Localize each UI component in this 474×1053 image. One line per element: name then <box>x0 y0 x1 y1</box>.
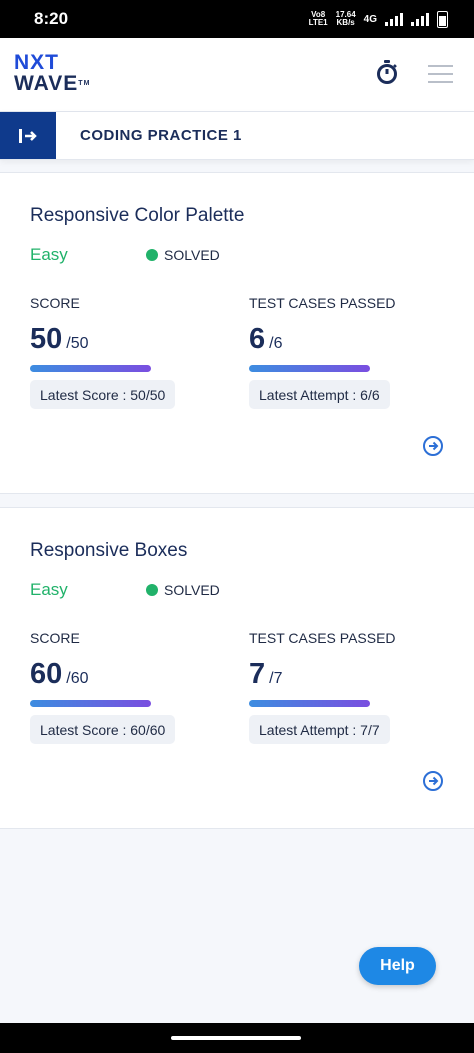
tests-number: 7 <box>249 658 266 690</box>
score-total: /60 <box>66 670 89 687</box>
tests-value: 7 /7 <box>249 658 282 691</box>
latest-score-chip: Latest Score : 60/60 <box>30 715 176 744</box>
network-type: 4G <box>363 13 377 25</box>
tests-progress-bar <box>249 365 370 372</box>
problem-title[interactable]: Responsive Color Palette <box>30 205 244 227</box>
logo-line1: NXT <box>14 51 59 74</box>
tests-value: 6 /6 <box>249 323 282 356</box>
score-total: /50 <box>66 335 89 352</box>
problem-card: Responsive Color Palette Easy SOLVED SCO… <box>0 172 474 494</box>
status-indicators: Vo8 LTE1 17.64 KB/s 4G <box>308 10 448 28</box>
open-problem-arrow-icon[interactable] <box>423 771 443 791</box>
score-number: 60 <box>30 658 63 690</box>
tests-total: /6 <box>269 335 283 352</box>
help-button[interactable]: Help <box>359 947 436 985</box>
problem-card: Responsive Boxes Easy SOLVED SCORE TEST … <box>0 507 474 829</box>
latest-attempt-chip: Latest Attempt : 6/6 <box>249 380 390 409</box>
hamburger-menu-icon[interactable] <box>428 65 453 89</box>
score-label: SCORE <box>30 295 80 311</box>
solved-status: SOLVED <box>146 247 220 263</box>
latest-score-chip: Latest Score : 50/50 <box>30 380 176 409</box>
solved-dot-icon <box>146 249 158 261</box>
logo-line2: WAVETM <box>14 72 91 95</box>
signal-icon-2 <box>411 12 429 26</box>
status-bar: 8:20 Vo8 LTE1 17.64 KB/s 4G <box>0 0 474 38</box>
tests-label: TEST CASES PASSED <box>249 630 396 646</box>
latest-attempt-chip: Latest Attempt : 7/7 <box>249 715 390 744</box>
collapse-sidebar-icon <box>19 128 37 143</box>
score-progress-bar <box>30 700 151 707</box>
practice-bar: CODING PRACTICE 1 <box>0 112 474 160</box>
app-header: NXT WAVETM <box>0 38 474 112</box>
difficulty-label: Easy <box>30 580 68 599</box>
battery-icon <box>437 10 448 28</box>
open-problem-arrow-icon[interactable] <box>423 436 443 456</box>
network-speed: 17.64 KB/s <box>335 10 356 27</box>
volte-indicator: Vo8 LTE1 <box>308 10 328 27</box>
navigation-bar <box>0 1023 474 1053</box>
status-time: 8:20 <box>34 9 69 28</box>
nxtwave-logo[interactable]: NXT WAVETM <box>14 52 90 94</box>
score-label: SCORE <box>30 630 80 646</box>
practice-title: CODING PRACTICE 1 <box>80 127 242 144</box>
stopwatch-icon[interactable] <box>376 60 398 89</box>
solved-text: SOLVED <box>164 582 220 598</box>
tests-progress-bar <box>249 700 370 707</box>
tests-label: TEST CASES PASSED <box>249 295 396 311</box>
collapse-sidebar-button[interactable] <box>0 112 56 159</box>
problem-title[interactable]: Responsive Boxes <box>30 540 187 562</box>
solved-status: SOLVED <box>146 582 220 598</box>
signal-icon <box>385 12 403 26</box>
score-progress-bar <box>30 365 151 372</box>
score-number: 50 <box>30 323 63 355</box>
score-value: 60 /60 <box>30 658 89 691</box>
solved-text: SOLVED <box>164 247 220 263</box>
solved-dot-icon <box>146 584 158 596</box>
home-gesture-handle[interactable] <box>171 1036 301 1040</box>
tests-total: /7 <box>269 670 283 687</box>
score-value: 50 /50 <box>30 323 89 356</box>
difficulty-label: Easy <box>30 245 68 264</box>
tests-number: 6 <box>249 323 266 355</box>
